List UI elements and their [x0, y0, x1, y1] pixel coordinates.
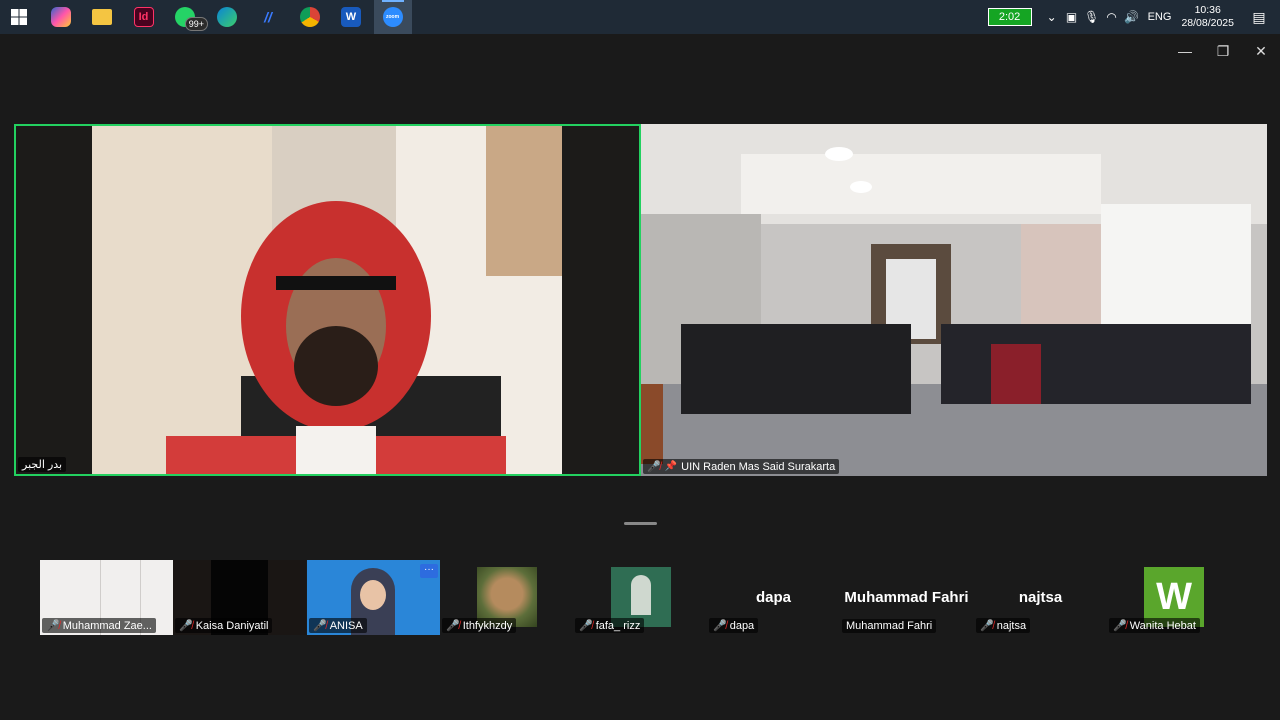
- folder-icon: [92, 9, 112, 25]
- taskbar-copilot[interactable]: [42, 0, 80, 34]
- indesign-icon: Id: [133, 7, 154, 27]
- speaker-video[interactable]: بدر الجبر: [14, 124, 641, 476]
- tile-name: Muhammad Zae...: [62, 619, 152, 632]
- tile-video-panel: [268, 560, 306, 635]
- mic-muted-icon: 🎤̸: [980, 620, 994, 632]
- mic-muted-icon: 🎤̸: [647, 461, 661, 473]
- tile-name: dapa: [729, 619, 755, 632]
- taskbar-edge[interactable]: [208, 0, 246, 34]
- profile-picture-figure: [631, 575, 651, 615]
- chrome-icon: [299, 7, 320, 27]
- tile-name: najtsa: [996, 619, 1027, 632]
- tile-label: 🎤̸ dapa: [709, 618, 759, 633]
- tile-label: 🎤̸ Ithfykhzdy: [442, 618, 517, 633]
- word-icon: W: [341, 7, 361, 27]
- tile-name: ANISA: [329, 619, 363, 632]
- resize-handle[interactable]: [624, 522, 657, 525]
- window-controls: — ❐ ✕: [1166, 34, 1280, 68]
- mic-muted-icon: 🎤̸: [713, 620, 727, 632]
- gallery-tile[interactable]: W 🎤̸ Wanita Hebat: [1107, 560, 1240, 635]
- tile-name: fafa_ rizz: [595, 619, 641, 632]
- taskbar-file-explorer[interactable]: [83, 0, 121, 34]
- taskbar: Id 99+ // W zoom 2:02 ⌄ ▣ 🎙 ◠ 🔊 ENG 10:3…: [0, 0, 1280, 34]
- zoom-icon: zoom: [382, 7, 403, 27]
- language-indicator[interactable]: ENG: [1148, 11, 1172, 23]
- editor-icon: //: [264, 9, 272, 25]
- clock-date: 28/08/2025: [1181, 17, 1234, 29]
- tile-label: 🎤̸ ANISA: [309, 618, 367, 633]
- tile-label: 🎤̸ najtsa: [976, 618, 1031, 633]
- windows-icon: [11, 9, 27, 25]
- tile-label: 🎤̸ Wanita Hebat: [1109, 618, 1200, 633]
- clock[interactable]: 10:36 28/08/2025: [1181, 4, 1234, 30]
- gallery-tile[interactable]: 🎤̸ Kaisa Daniyatil: [173, 560, 306, 635]
- more-options-button[interactable]: ···: [420, 564, 438, 578]
- mic-muted-icon: 🎤̸: [179, 620, 193, 632]
- mic-muted-icon: 🎤̸: [46, 620, 60, 632]
- taskbar-whatsapp[interactable]: 99+: [166, 0, 208, 34]
- pin-icon: 📌: [664, 461, 678, 472]
- mic-muted-icon: 🎤̸: [1113, 620, 1127, 632]
- gallery-tile[interactable]: ··· 🎤̸ ANISA: [307, 560, 440, 635]
- tile-name: Ithfykhzdy: [462, 619, 513, 632]
- gallery-tile[interactable]: Muhammad Fahri Muhammad Fahri: [840, 560, 973, 635]
- tile-label: 🎤̸ fafa_ rizz: [575, 618, 645, 633]
- copilot-icon: [50, 7, 71, 27]
- gallery-tile[interactable]: najtsa 🎤̸ najtsa: [974, 560, 1107, 635]
- battery-indicator[interactable]: 2:02: [987, 8, 1032, 26]
- gallery-tile[interactable]: 🎤̸ Muhammad Zae...: [40, 560, 173, 635]
- taskbar-word[interactable]: W: [332, 0, 370, 34]
- tile-label: 🎤̸ Muhammad Zae...: [42, 618, 156, 633]
- start-button[interactable]: [0, 0, 38, 34]
- tile-name: Wanita Hebat: [1129, 619, 1196, 632]
- tile-display-name: Muhammad Fahri: [844, 589, 969, 606]
- participant-name: UIN Raden Mas Said Surakarta: [681, 460, 836, 473]
- clock-time: 10:36: [1194, 4, 1221, 16]
- microphone-icon[interactable]: 🎙: [1082, 10, 1102, 24]
- room-video[interactable]: 🎤̸ 📌 UIN Raden Mas Said Surakarta: [641, 124, 1267, 476]
- tile-name: Muhammad Fahri: [846, 620, 933, 632]
- active-indicator: [381, 0, 404, 2]
- volume-icon[interactable]: 🔊: [1122, 10, 1142, 24]
- mic-muted-icon: 🎤̸: [579, 620, 593, 632]
- zoom-window: — ❐ ✕ بدر الجبر 🎤̸ 📌 UIN Raden Mas Said …: [0, 34, 1280, 720]
- minimize-button[interactable]: —: [1166, 34, 1204, 68]
- close-button[interactable]: ✕: [1242, 34, 1280, 68]
- notification-badge: 99+: [184, 17, 208, 31]
- taskbar-zoom[interactable]: zoom: [373, 0, 412, 34]
- gallery-tile[interactable]: 🎤̸ fafa_ rizz: [573, 560, 706, 635]
- tile-label: Muhammad Fahri: [842, 619, 937, 633]
- gallery-strip: 🎤̸ Muhammad Zae... 🎤̸ Kaisa Daniyatil ··· …: [40, 560, 1240, 635]
- restore-button[interactable]: ❐: [1204, 34, 1242, 68]
- system-tray: 2:02 ⌄ ▣ 🎙 ◠ 🔊 ENG 10:36 28/08/2025 ▤: [987, 0, 1280, 34]
- room-video-frame: [641, 124, 1267, 476]
- participant-name: بدر الجبر: [22, 459, 63, 471]
- mic-muted-icon: 🎤̸: [446, 620, 460, 632]
- tile-video-face: [360, 580, 386, 610]
- chevron-up-icon[interactable]: ⌄: [1042, 10, 1062, 24]
- taskbar-editor[interactable]: //: [249, 0, 287, 34]
- taskbar-indesign[interactable]: Id: [125, 0, 163, 34]
- speaker-video-frame: [16, 126, 639, 474]
- edge-icon: [216, 7, 237, 27]
- mic-muted-icon: 🎤̸: [313, 620, 327, 632]
- gallery-tile[interactable]: dapa 🎤̸ dapa: [707, 560, 840, 635]
- gallery-tile[interactable]: 🎤̸ Ithfykhzdy: [440, 560, 573, 635]
- tile-display-name: najtsa: [1018, 589, 1063, 606]
- tile-display-name: dapa: [755, 589, 791, 606]
- tile-name: Kaisa Daniyatil: [195, 619, 269, 632]
- taskbar-chrome[interactable]: [291, 0, 329, 34]
- participant-label: بدر الجبر: [18, 457, 67, 472]
- wifi-icon[interactable]: ◠: [1102, 10, 1122, 24]
- tile-label: 🎤̸ Kaisa Daniyatil: [175, 618, 273, 633]
- notification-icon[interactable]: ▤: [1248, 9, 1270, 26]
- participant-label: 🎤̸ 📌 UIN Raden Mas Said Surakarta: [643, 459, 840, 474]
- camera-icon[interactable]: ▣: [1062, 10, 1082, 24]
